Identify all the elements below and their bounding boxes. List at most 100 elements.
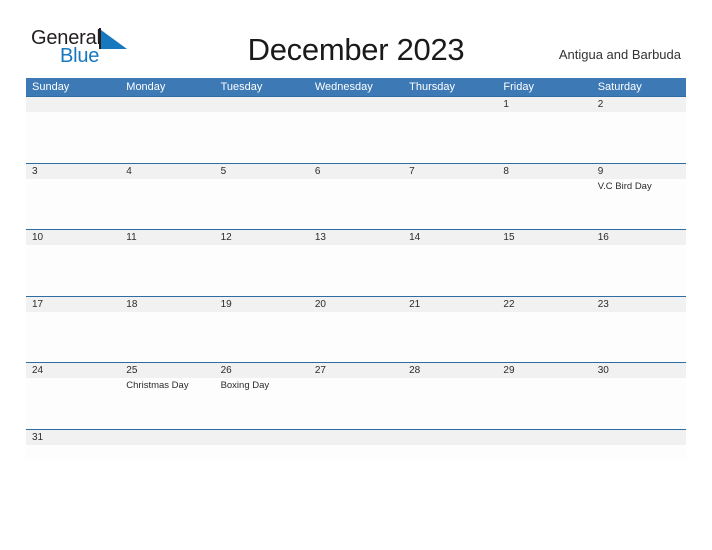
- day-number[interactable]: [215, 97, 309, 112]
- day-event: [497, 179, 591, 229]
- day-number[interactable]: 30: [592, 363, 686, 378]
- day-number[interactable]: 5: [215, 164, 309, 179]
- day-event: [497, 112, 591, 162]
- day-event: Christmas Day: [126, 380, 189, 391]
- day-number[interactable]: [26, 97, 120, 112]
- day-event: [497, 445, 591, 459]
- weekday-saturday: Saturday: [597, 81, 642, 93]
- day-event: [497, 312, 591, 362]
- date-number-band: 10 11 12 13 14 15 16: [26, 230, 686, 245]
- day-number[interactable]: 3: [26, 164, 120, 179]
- day-event: [120, 445, 214, 459]
- day-event: [26, 445, 120, 459]
- day-event: [497, 245, 591, 295]
- day-event: [497, 378, 591, 428]
- day-number[interactable]: 4: [120, 164, 214, 179]
- day-event: Boxing Day: [220, 380, 270, 391]
- day-event: [403, 312, 497, 362]
- day-number[interactable]: 17: [26, 297, 120, 312]
- day-event: [215, 312, 309, 362]
- calendar-week-row: 10 11 12 13 14 15 16: [26, 229, 686, 296]
- day-number[interactable]: 16: [592, 230, 686, 245]
- calendar-week-row: 1 2: [26, 96, 686, 163]
- day-event: [592, 378, 686, 428]
- day-event: [26, 312, 120, 362]
- day-event: [215, 245, 309, 295]
- calendar-week-row: 17 18 19 20 21 22 23: [26, 295, 686, 362]
- day-number[interactable]: 19: [215, 297, 309, 312]
- day-number[interactable]: 29: [497, 363, 591, 378]
- day-event: [26, 179, 120, 229]
- event-band: V.C Bird Day: [26, 179, 686, 229]
- weekday-header-row: Sunday Monday Tuesday Wednesday Thursday…: [26, 78, 686, 96]
- day-event: [309, 378, 403, 428]
- day-event: [309, 312, 403, 362]
- day-number[interactable]: 9: [592, 164, 686, 179]
- day-event: [215, 445, 309, 459]
- day-event: [26, 378, 120, 428]
- day-event: [215, 179, 309, 229]
- day-number[interactable]: 11: [120, 230, 214, 245]
- day-event: [403, 378, 497, 428]
- event-band: [26, 312, 686, 362]
- day-number[interactable]: 1: [497, 97, 591, 112]
- day-event: [403, 112, 497, 162]
- calendar-week-row: 24 25 26 27 28 29 30 Christmas Day Boxin…: [26, 362, 686, 429]
- day-event: [120, 179, 214, 229]
- day-number[interactable]: [309, 430, 403, 445]
- day-event: [309, 245, 403, 295]
- weekday-monday: Monday: [126, 81, 166, 93]
- day-number[interactable]: 2: [592, 97, 686, 112]
- day-number[interactable]: 23: [592, 297, 686, 312]
- day-event: [309, 112, 403, 162]
- event-band: Christmas Day Boxing Day: [26, 378, 686, 428]
- day-number[interactable]: 15: [497, 230, 591, 245]
- date-number-band: 17 18 19 20 21 22 23: [26, 296, 686, 312]
- day-number[interactable]: 27: [309, 363, 403, 378]
- day-number[interactable]: 28: [403, 363, 497, 378]
- day-number[interactable]: 24: [26, 363, 120, 378]
- day-number[interactable]: 31: [26, 430, 120, 445]
- day-event: [592, 445, 686, 459]
- date-number-band: 24 25 26 27 28 29 30: [26, 363, 686, 378]
- day-number[interactable]: [120, 430, 214, 445]
- day-number[interactable]: [592, 430, 686, 445]
- day-number[interactable]: 25: [120, 363, 214, 378]
- day-number[interactable]: 7: [403, 164, 497, 179]
- weekday-friday: Friday: [503, 81, 534, 93]
- day-number[interactable]: 12: [215, 230, 309, 245]
- day-number[interactable]: [120, 97, 214, 112]
- weekday-sunday: Sunday: [32, 81, 70, 93]
- day-number[interactable]: 21: [403, 297, 497, 312]
- day-number[interactable]: [403, 430, 497, 445]
- day-number[interactable]: 6: [309, 164, 403, 179]
- day-event: [592, 112, 686, 162]
- weekday-tuesday: Tuesday: [220, 81, 263, 93]
- day-event: [309, 445, 403, 459]
- day-number[interactable]: 22: [497, 297, 591, 312]
- day-number[interactable]: 18: [120, 297, 214, 312]
- calendar-grid: Sunday Monday Tuesday Wednesday Thursday…: [26, 78, 686, 459]
- day-number[interactable]: [497, 430, 591, 445]
- day-number[interactable]: 14: [403, 230, 497, 245]
- day-event: [26, 245, 120, 295]
- day-number[interactable]: [215, 430, 309, 445]
- page-header: General Blue December 2023 Antigua and B…: [0, 0, 712, 74]
- day-number[interactable]: 20: [309, 297, 403, 312]
- weekday-thursday: Thursday: [409, 81, 455, 93]
- day-number[interactable]: 26: [215, 363, 309, 378]
- event-band: [26, 112, 686, 162]
- day-event: [309, 179, 403, 229]
- day-event: [215, 112, 309, 162]
- day-number[interactable]: 13: [309, 230, 403, 245]
- weekday-wednesday: Wednesday: [314, 81, 373, 93]
- day-number[interactable]: 10: [26, 230, 120, 245]
- day-number[interactable]: 8: [497, 164, 591, 179]
- day-number[interactable]: [403, 97, 497, 112]
- day-number[interactable]: [309, 97, 403, 112]
- day-event: [403, 245, 497, 295]
- day-event: [592, 245, 686, 295]
- date-number-band: 3 4 5 6 7 8 9: [26, 163, 686, 179]
- calendar-week-row: 3 4 5 6 7 8 9 V.C Bird Day: [26, 162, 686, 229]
- event-band: [26, 445, 686, 459]
